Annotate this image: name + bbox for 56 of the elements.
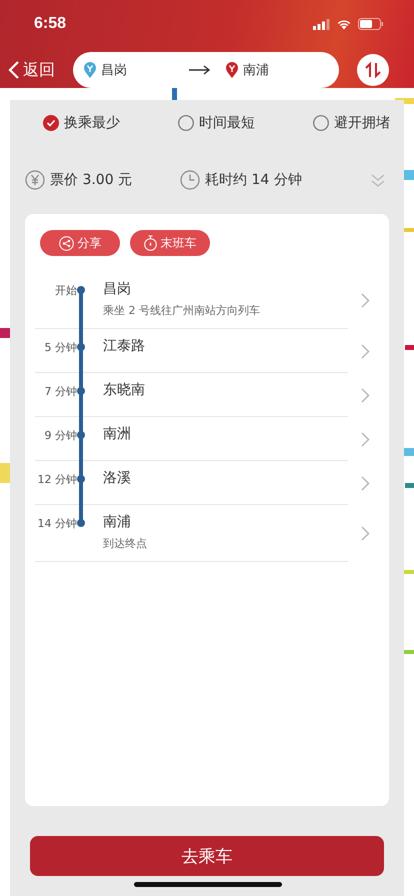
route-field[interactable]: 昌岗 南浦 [73,52,339,88]
origin-station: 昌岗 [101,62,127,79]
arrow-right-icon [189,65,211,75]
station-name: 洛溪 [103,469,131,487]
fare-text: 票价 3.00 元 [50,171,132,189]
double-chevron-icon[interactable] [370,172,386,188]
station-name: 南洲 [103,425,131,443]
status-time: 6:58 [34,15,66,33]
station-dot [77,343,85,351]
station-dot [77,475,85,483]
stop-time: 12 分钟 [36,472,77,488]
destination-station: 南浦 [243,62,269,79]
yuan-icon [25,170,45,190]
stop-time: 开始 [54,283,77,299]
radio-icon [178,115,194,131]
share-icon [58,236,74,250]
swap-button[interactable] [357,54,389,86]
stop-time: 14 分钟 [36,516,77,532]
chevron-right-icon[interactable] [361,476,370,490]
chevron-left-icon [8,60,20,80]
station-dot [77,519,85,527]
station-note: 到达终点 [103,536,147,551]
station-dot [77,387,85,395]
back-button[interactable]: 返回 [8,60,55,80]
stopwatch-icon [144,235,156,251]
route-option[interactable]: 避开拥堵 [313,114,390,132]
station-dot [77,286,85,294]
action-button[interactable]: 分享 [40,230,120,256]
stop-time: 5 分钟 [44,340,77,356]
chevron-right-icon[interactable] [361,432,370,446]
station-dot [77,431,85,439]
clock-icon [180,170,200,190]
pin-icon [83,61,97,79]
route-option[interactable]: 换乘最少 [43,114,120,132]
station-name: 南浦 [103,513,132,531]
action-button[interactable]: 末班车 [130,230,210,256]
station-note: 乘坐 2 号线往广州南站方向列车 [103,303,260,318]
station-name: 昌岗 [103,280,132,298]
chevron-right-icon[interactable] [361,526,370,541]
stop-time: 9 分钟 [44,428,77,444]
station-name: 江泰路 [103,337,145,355]
radio-icon [313,115,329,131]
station-name: 东晓南 [103,381,145,399]
route-option[interactable]: 时间最短 [178,114,255,132]
battery-icon [358,18,384,30]
signal-icon [313,18,330,30]
stop-time: 7 分钟 [44,384,77,400]
duration-text: 耗时约 14 分钟 [205,171,302,189]
swap-icon [365,61,381,79]
radio-checked-icon [43,115,59,131]
chevron-right-icon[interactable] [361,344,370,358]
chevron-right-icon[interactable] [361,293,370,308]
chevron-right-icon[interactable] [361,388,370,402]
go-ride-button[interactable]: 去乘车 [30,836,384,876]
wifi-icon [336,18,352,30]
pin-icon [225,61,239,79]
